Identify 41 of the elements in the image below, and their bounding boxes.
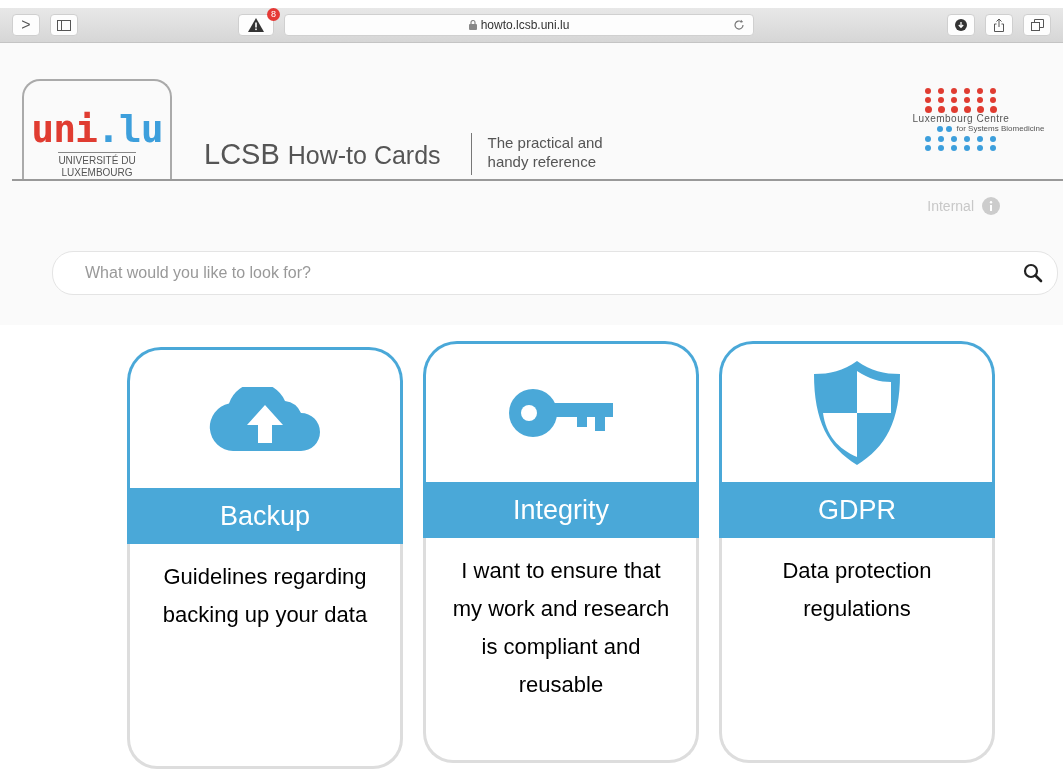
card-description: Guidelines regarding backing up your data: [127, 544, 403, 769]
topic-card[interactable]: GDPR Data protection regulations: [719, 341, 995, 763]
search-input[interactable]: What would you like to look for?: [83, 263, 1023, 283]
key-icon: [509, 387, 613, 439]
dots-icon: [937, 125, 954, 132]
topic-card[interactable]: Integrity I want to ensure that my work and research is compliant and reusable: [423, 341, 699, 763]
notification-badge: 8: [267, 8, 280, 21]
search-icon[interactable]: [1023, 263, 1043, 283]
search-field[interactable]: What would you like to look for?: [52, 251, 1058, 295]
dots-icon: [925, 136, 997, 151]
university-logo: uni.lu: [31, 110, 163, 148]
reload-icon[interactable]: [733, 19, 745, 31]
logo-caption: UNIVERSITÉ DU LUXEMBOURG: [58, 152, 136, 179]
download-icon: [955, 19, 967, 31]
dots-icon: [925, 88, 997, 113]
info-icon: [982, 197, 1000, 215]
warning-icon: [247, 17, 265, 33]
site-brand: LCSB: [204, 138, 280, 171]
share-button[interactable]: [985, 14, 1013, 36]
cloud-upload-icon: [209, 387, 321, 451]
partner-name: Luxembourg Centre: [912, 113, 1010, 124]
shield-icon: [814, 361, 900, 465]
card-title: Integrity: [423, 482, 699, 538]
lock-icon: [468, 20, 477, 30]
card-description: Data protection regulations: [719, 538, 995, 763]
tabs-icon: [1030, 19, 1044, 31]
site-tagline: The practical and handy reference: [487, 133, 603, 171]
sidebar-icon: [57, 19, 71, 31]
share-icon: [993, 18, 1005, 32]
url-text: howto.lcsb.uni.lu: [480, 18, 570, 32]
card-title: GDPR: [719, 482, 995, 538]
card-title: Backup: [127, 488, 403, 544]
back-button[interactable]: >: [12, 14, 40, 36]
partner-subtitle: for Systems Biomedicine: [956, 124, 1045, 133]
site-title: How-to Cards: [287, 141, 441, 170]
download-button[interactable]: [947, 14, 975, 36]
sidebar-button[interactable]: [50, 14, 78, 36]
topic-card[interactable]: Backup Guidelines regarding backing up your data: [127, 347, 403, 769]
address-bar[interactable]: howto.lcsb.uni.lu: [284, 14, 754, 36]
card-description: I want to ensure that my work and research is compliant and reusable: [423, 538, 699, 763]
tabs-button[interactable]: [1023, 14, 1051, 36]
